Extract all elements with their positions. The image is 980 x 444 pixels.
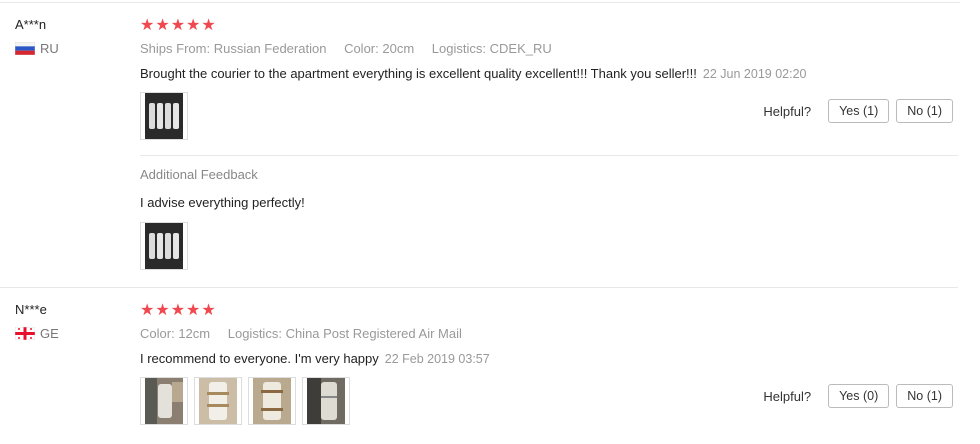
meta-key: Ships From:: [140, 41, 211, 56]
helpful-label: Helpful?: [763, 388, 812, 404]
review-photo-thumbnail[interactable]: [248, 377, 296, 425]
review-item: A***n RU ★★★★★ Ships From: Russian Feder…: [0, 0, 980, 290]
review-date: 22 Feb 2019 03:57: [384, 352, 490, 366]
reviewer-name: N***e: [15, 302, 47, 317]
meta-key: Color:: [344, 41, 379, 56]
additional-photos: [140, 222, 188, 270]
review-photos: [140, 377, 350, 425]
reviewer-country: RU: [15, 41, 59, 56]
additional-divider: [140, 155, 958, 156]
meta-value: China Post Registered Air Mail: [285, 326, 462, 341]
helpful-yes-button[interactable]: Yes (0): [828, 384, 890, 408]
country-code: GE: [40, 326, 59, 341]
meta-value: 12cm: [178, 326, 211, 341]
review-meta: Ships From: Russian Federation Color: 20…: [140, 41, 566, 56]
meta-value: 20cm: [382, 41, 415, 56]
meta-key: Logistics:: [431, 41, 486, 56]
review-divider: [0, 287, 958, 288]
review-item: N***e GE ★★★★★ Color: 12cm Logistics: Ch…: [0, 290, 980, 444]
reviewer-country: GE: [15, 326, 59, 341]
product-photo-image: [199, 378, 237, 424]
review-photos: [140, 92, 188, 140]
additional-feedback-title: Additional Feedback: [140, 167, 258, 182]
helpful-controls: Helpful? Yes (0) No (1): [763, 384, 953, 408]
review-text: Brought the courier to the apartment eve…: [140, 66, 806, 81]
meta-key: Color:: [140, 326, 175, 341]
product-photo-image: [307, 378, 345, 424]
product-photo-image: [145, 223, 183, 269]
helpful-no-button[interactable]: No (1): [896, 384, 953, 408]
helpful-no-button[interactable]: No (1): [896, 99, 953, 123]
meta-key: Logistics:: [227, 326, 282, 341]
review-body: Brought the courier to the apartment eve…: [140, 66, 697, 81]
review-date: 22 Jun 2019 02:20: [702, 67, 807, 81]
review-photo-thumbnail[interactable]: [140, 377, 188, 425]
meta-value: CDEK_RU: [489, 41, 552, 56]
helpful-yes-button[interactable]: Yes (1): [828, 99, 890, 123]
product-photo-image: [145, 93, 183, 139]
review-photo-thumbnail[interactable]: [140, 222, 188, 270]
reviewer-name: A***n: [15, 17, 47, 32]
country-code: RU: [40, 41, 59, 56]
review-meta: Color: 12cm Logistics: China Post Regist…: [140, 326, 476, 341]
review-photo-thumbnail[interactable]: [194, 377, 242, 425]
product-photo-image: [253, 378, 291, 424]
star-rating: ★★★★★: [140, 302, 217, 319]
russia-flag-icon: [15, 42, 35, 55]
georgia-flag-icon: [15, 327, 35, 340]
review-photo-thumbnail[interactable]: [140, 92, 188, 140]
helpful-label: Helpful?: [763, 103, 812, 119]
additional-feedback-text: I advise everything perfectly!: [140, 195, 305, 210]
review-text: I recommend to everyone. I'm very happy 2…: [140, 351, 490, 366]
product-photo-image: [145, 378, 183, 424]
star-rating: ★★★★★: [140, 17, 217, 34]
meta-value: Russian Federation: [213, 41, 327, 56]
review-body: I recommend to everyone. I'm very happy: [140, 351, 379, 366]
helpful-controls: Helpful? Yes (1) No (1): [763, 99, 953, 123]
review-photo-thumbnail[interactable]: [302, 377, 350, 425]
